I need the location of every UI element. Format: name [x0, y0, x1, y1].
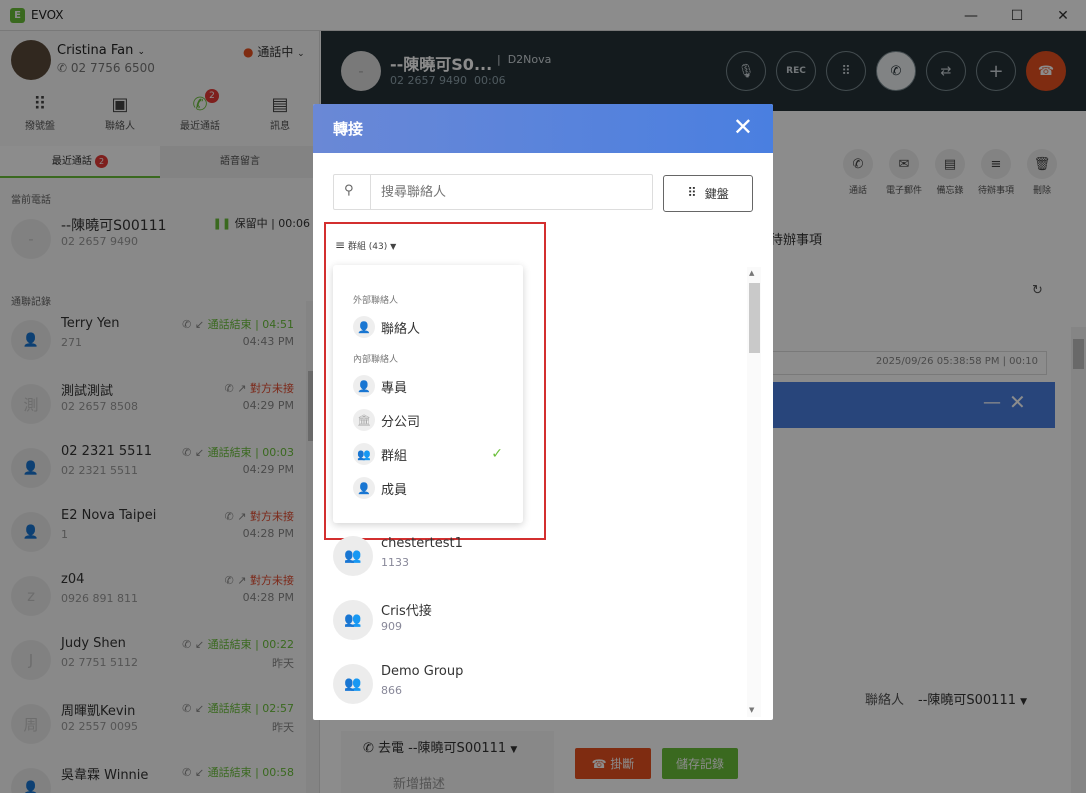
dropdown-item-group[interactable]: 👥 群組 ✓ — [353, 440, 513, 468]
list-item-name: chestertest1 — [381, 536, 463, 551]
group-icon: 👥 — [333, 600, 373, 640]
dialpad-icon: ⠿ — [687, 186, 697, 201]
dropdown-item-label: 群組 — [381, 448, 408, 464]
list-item-ext: 1133 — [381, 556, 409, 569]
filter-label: 群組 (43) — [347, 242, 388, 252]
dropdown-item-agent[interactable]: 👤 專員 — [353, 372, 513, 400]
scroll-down-icon[interactable]: ▼ — [749, 706, 754, 714]
building-icon: 🏛 — [353, 409, 375, 431]
caret-down-icon: ▼ — [390, 242, 397, 251]
search-divider — [370, 175, 371, 209]
search-icon: ⚲ — [344, 183, 354, 198]
group-icon: 👥 — [333, 664, 373, 704]
modal-scrollbar[interactable]: ▲ ▼ — [747, 267, 761, 717]
keypad-toggle-button[interactable]: ⠿ 鍵盤 — [663, 175, 753, 212]
dropdown-item-label: 分公司 — [381, 414, 421, 430]
list-item-name: Cris代接 — [381, 604, 432, 619]
dropdown-item-branch[interactable]: 🏛 分公司 — [353, 406, 513, 434]
list-item[interactable]: 👥 chestertest1 1133 — [333, 530, 733, 586]
list-item-name: Demo Group — [381, 664, 464, 679]
list-item-ext: 866 — [381, 684, 402, 697]
modal-scroll-thumb[interactable] — [749, 283, 760, 353]
modal-close-icon[interactable]: ✕ — [733, 114, 753, 140]
dropdown-item-label: 成員 — [381, 482, 408, 498]
list-item-ext: 909 — [381, 620, 402, 633]
dropdown-item-member[interactable]: 👤 成員 — [353, 474, 513, 502]
dropdown-item-contacts[interactable]: 👤 聯絡人 — [353, 313, 513, 341]
dropdown-external-header: 外部聯絡人 — [353, 296, 399, 306]
list-item[interactable]: 👥 Demo Group 866 — [333, 658, 733, 714]
person-icon: 👤 — [353, 375, 375, 397]
transfer-modal: 轉接 ✕ ⚲ ⠿ 鍵盤 ≡ 群組 (43) ▼ 外部聯絡人 👤 聯絡人 內部聯絡人… — [313, 104, 773, 720]
keypad-toggle-label: 鍵盤 — [704, 187, 729, 201]
dropdown-item-label: 專員 — [381, 380, 408, 396]
check-icon: ✓ — [491, 446, 503, 462]
list-item[interactable]: 👥 Cris代接 909 — [333, 594, 733, 650]
group-icon: 👥 — [333, 536, 373, 576]
modal-title: 轉接 — [333, 120, 364, 138]
group-icon: 👥 — [353, 443, 375, 465]
filter-selector[interactable]: ≡ 群組 (43) ▼ — [335, 238, 396, 252]
dropdown-item-label: 聯絡人 — [381, 321, 421, 337]
search-input[interactable] — [381, 181, 641, 203]
contact-search: ⚲ — [333, 174, 653, 210]
dropdown-internal-header: 內部聯絡人 — [353, 355, 399, 365]
sort-icon: ≡ — [335, 238, 346, 252]
person-icon: 👤 — [353, 316, 375, 338]
scroll-up-icon[interactable]: ▲ — [749, 269, 754, 277]
filter-dropdown: 外部聯絡人 👤 聯絡人 內部聯絡人 👤 專員 🏛 分公司 👥 群組 ✓ 👤 成員 — [333, 265, 523, 523]
modal-header: 轉接 — [313, 104, 773, 153]
person-icon: 👤 — [353, 477, 375, 499]
